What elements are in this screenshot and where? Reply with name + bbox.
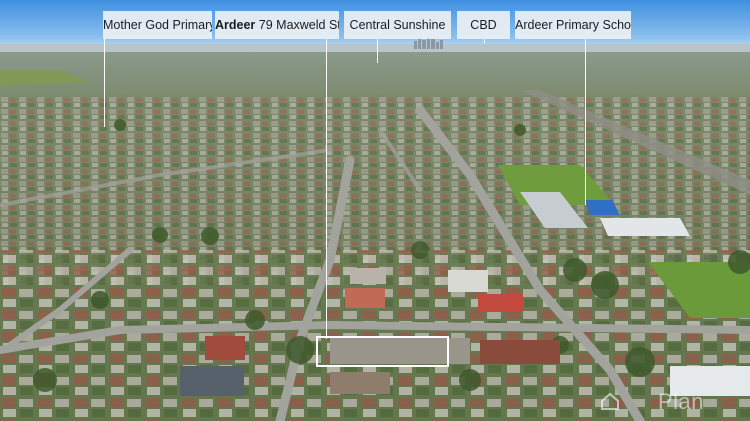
- label-text: Ardeer Primary School: [515, 18, 631, 32]
- aerial-photo: Mother God Primary Ardeer 79 Maxweld St.…: [0, 0, 750, 421]
- pin-central-sunshine: [377, 39, 378, 63]
- label-central-sunshine: Central Sunshine: [344, 11, 451, 39]
- label-ardeer-primary-school: Ardeer Primary School: [515, 11, 631, 39]
- label-suburb: Ardeer: [215, 18, 256, 32]
- house-icon: [601, 392, 619, 410]
- label-text: 79 Maxweld St.: [258, 18, 339, 32]
- pin-ardeer-79-maxweld: [326, 39, 327, 339]
- label-ardeer-79-maxweld: Ardeer 79 Maxweld St.: [215, 11, 339, 39]
- property-outline: [316, 336, 449, 367]
- label-cbd: CBD: [457, 11, 510, 39]
- pin-ardeer-primary-school: [585, 39, 586, 205]
- watermark: Plan: [657, 389, 704, 414]
- label-text: CBD: [470, 18, 497, 32]
- pin-cbd: [484, 39, 485, 43]
- label-mother-god-primary: Mother God Primary: [103, 11, 212, 39]
- label-text: Central Sunshine: [349, 18, 446, 32]
- pin-mother-god-primary: [104, 39, 105, 127]
- label-text: Mother God Primary: [103, 18, 212, 32]
